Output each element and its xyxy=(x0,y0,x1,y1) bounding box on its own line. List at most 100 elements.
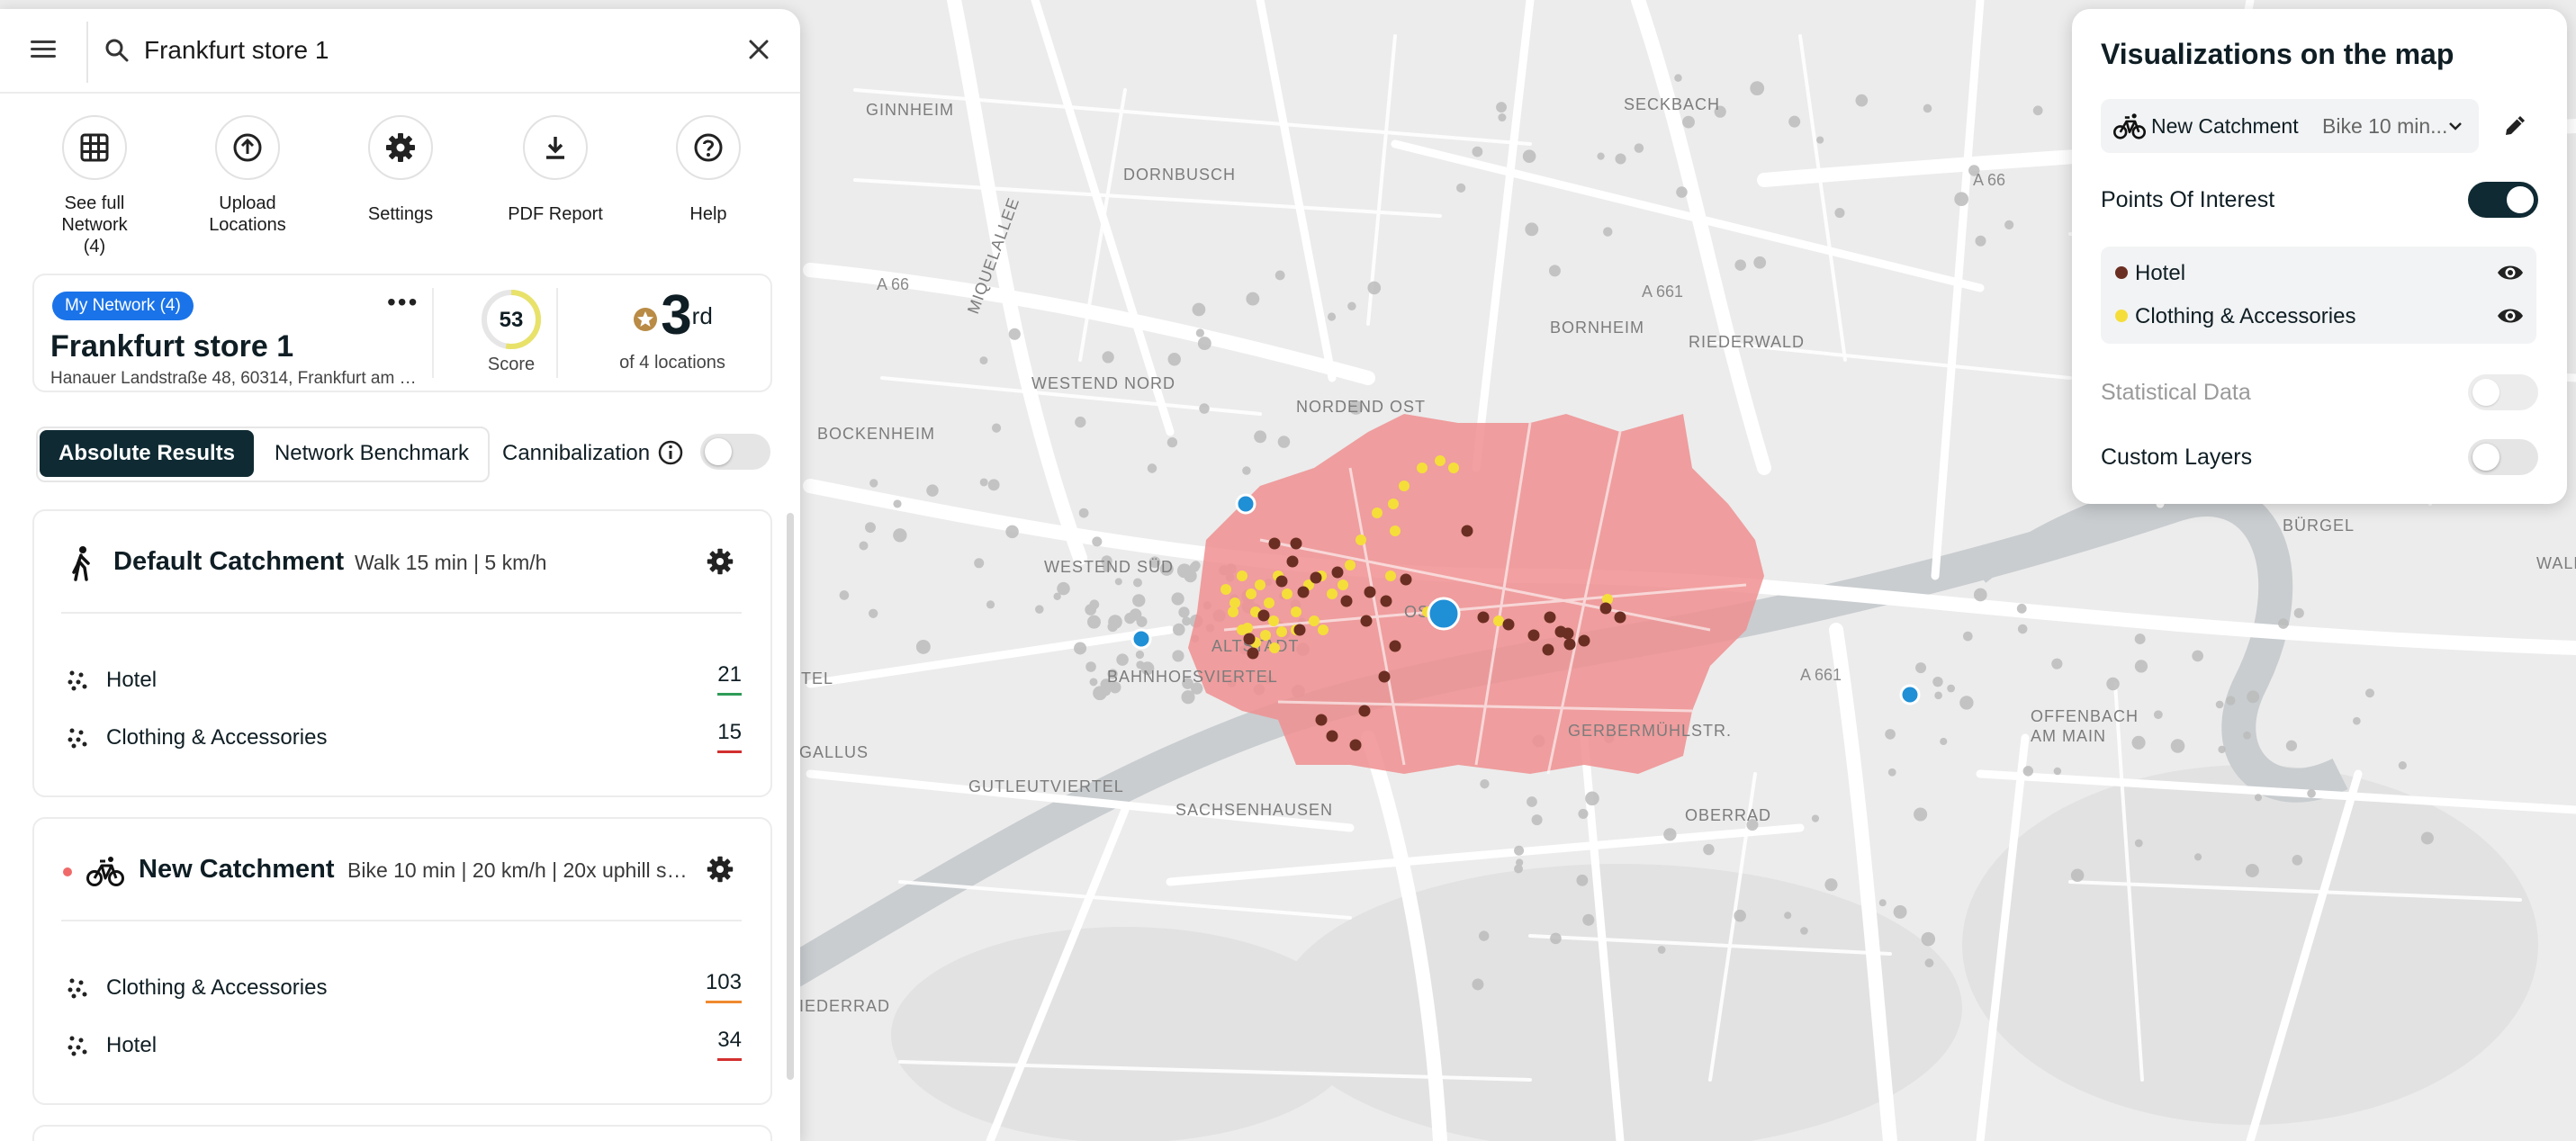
clothing-poi-dot[interactable] xyxy=(1260,630,1271,641)
hotel-poi-dot[interactable] xyxy=(1502,618,1515,631)
clothing-poi-dot[interactable] xyxy=(1372,508,1383,518)
hotel-poi-dot[interactable] xyxy=(1527,629,1540,642)
hotel-poi-dot[interactable] xyxy=(1364,586,1376,598)
hotel-poi-dot[interactable] xyxy=(1578,634,1590,647)
hotel-poi-dot[interactable] xyxy=(1349,739,1362,751)
clothing-poi-dot[interactable] xyxy=(1268,615,1279,626)
hotel-poi-dot[interactable] xyxy=(1554,625,1567,638)
network-location-marker[interactable] xyxy=(1235,493,1256,515)
pdf-report-button[interactable]: PDF Report xyxy=(479,115,632,225)
clothing-poi-dot[interactable] xyxy=(1246,588,1256,599)
hotel-poi-dot[interactable] xyxy=(1297,586,1310,598)
hotel-poi-dot[interactable] xyxy=(1243,633,1256,645)
close-icon[interactable] xyxy=(749,40,769,59)
network-location-marker[interactable] xyxy=(1899,684,1921,705)
clothing-poi-dot[interactable] xyxy=(1385,570,1396,581)
hotel-poi-dot[interactable] xyxy=(1268,537,1281,550)
menu-icon[interactable] xyxy=(31,36,56,61)
clothing-poi-dot[interactable] xyxy=(1220,584,1231,595)
clothing-poi-dot[interactable] xyxy=(1237,570,1247,581)
hotel-poi-dot[interactable] xyxy=(1331,566,1344,579)
hotel-poi-dot[interactable] xyxy=(1275,575,1288,588)
hotel-poi-dot[interactable] xyxy=(1310,571,1322,584)
poi-dot xyxy=(2307,788,2316,798)
upload-locations-button[interactable]: Upload Locations xyxy=(171,115,324,236)
clothing-poi-dot[interactable] xyxy=(1327,588,1338,599)
clothing-poi-dot[interactable] xyxy=(1318,624,1329,635)
clothing-poi-dot[interactable] xyxy=(1228,606,1238,617)
scatter-icon xyxy=(68,1036,87,1056)
hotel-poi-dot[interactable] xyxy=(1247,647,1259,660)
scrollbar[interactable] xyxy=(787,513,794,1080)
catchment-card-default: Default Catchment Walk 15 min | 5 km/h H… xyxy=(32,509,772,797)
info-icon[interactable] xyxy=(657,439,684,466)
tab-network-benchmark[interactable]: Network Benchmark xyxy=(259,430,484,477)
hotel-poi-dot[interactable] xyxy=(1358,705,1371,717)
see-full-network-button[interactable]: See full Network (4) xyxy=(18,115,171,257)
hotel-poi-dot[interactable] xyxy=(1544,611,1556,624)
network-badge: My Network (4) xyxy=(52,292,194,320)
clothing-poi-dot[interactable] xyxy=(1399,481,1410,491)
hotel-poi-dot[interactable] xyxy=(1290,537,1302,550)
hotel-poi-dot[interactable] xyxy=(1360,615,1373,627)
poi-dot xyxy=(2254,794,2263,802)
cannibalization-toggle[interactable] xyxy=(700,434,770,470)
hotel-poi-dot[interactable] xyxy=(1286,555,1299,568)
clothing-poi-dot[interactable] xyxy=(1269,642,1280,653)
clothing-poi-dot[interactable] xyxy=(1338,579,1348,590)
hotel-poi-dot[interactable] xyxy=(1293,624,1306,636)
catchment-row[interactable]: Hotel 34 xyxy=(67,1028,742,1064)
clothing-poi-dot[interactable] xyxy=(1291,606,1302,617)
statistical-data-toggle[interactable] xyxy=(2468,374,2538,410)
custom-layers-toggle[interactable] xyxy=(2468,439,2538,475)
clothing-poi-dot[interactable] xyxy=(1255,579,1265,590)
help-button[interactable]: Help xyxy=(632,115,785,225)
search-input[interactable] xyxy=(142,29,722,72)
clothing-poi-dot[interactable] xyxy=(1309,615,1320,626)
poi-toggle[interactable] xyxy=(2468,182,2538,218)
clothing-poi-dot[interactable] xyxy=(1229,597,1240,608)
location-card[interactable]: My Network (4) ••• Frankfurt store 1 Han… xyxy=(32,274,772,392)
hotel-poi-dot[interactable] xyxy=(1477,611,1490,624)
catchment-row[interactable]: Clothing & Accessories 103 xyxy=(67,970,742,1006)
tab-absolute-results[interactable]: Absolute Results xyxy=(40,430,254,477)
eye-icon[interactable] xyxy=(2497,263,2524,283)
clothing-poi-dot[interactable] xyxy=(1388,499,1399,509)
catchment-row[interactable]: Clothing & Accessories 15 xyxy=(67,720,742,756)
clothing-poi-dot[interactable] xyxy=(1417,463,1428,473)
catchment-row[interactable]: Hotel 21 xyxy=(67,662,742,698)
hotel-poi-dot[interactable] xyxy=(1257,609,1270,622)
hotel-poi-dot[interactable] xyxy=(1389,640,1401,652)
clothing-poi-dot[interactable] xyxy=(1264,597,1274,608)
network-location-marker[interactable] xyxy=(1427,597,1461,631)
clothing-poi-dot[interactable] xyxy=(1276,626,1287,637)
clothing-poi-dot[interactable] xyxy=(1356,535,1366,545)
clothing-poi-dot[interactable] xyxy=(1435,455,1446,466)
network-location-marker[interactable] xyxy=(1130,628,1152,650)
eye-icon[interactable] xyxy=(2497,306,2524,326)
hotel-poi-dot[interactable] xyxy=(1378,670,1391,683)
hotel-poi-dot[interactable] xyxy=(1563,638,1576,651)
hotel-poi-dot[interactable] xyxy=(1340,595,1353,607)
search-icon xyxy=(105,39,129,62)
hotel-poi-dot[interactable] xyxy=(1315,714,1328,726)
hotel-poi-dot[interactable] xyxy=(1461,525,1473,537)
clothing-poi-dot[interactable] xyxy=(1493,615,1504,626)
catchment-select[interactable]: New Catchment Bike 10 min... xyxy=(2101,99,2479,153)
hotel-poi-dot[interactable] xyxy=(1326,730,1338,742)
catchment-settings-icon[interactable] xyxy=(706,547,734,576)
hotel-poi-dot[interactable] xyxy=(1614,611,1626,624)
settings-button[interactable]: Settings xyxy=(324,115,477,225)
edit-icon[interactable] xyxy=(2502,112,2529,139)
hotel-poi-dot[interactable] xyxy=(1599,602,1612,615)
hotel-poi-dot[interactable] xyxy=(1542,643,1554,656)
catchment-settings-icon[interactable] xyxy=(706,855,734,884)
more-options-icon[interactable]: ••• xyxy=(387,288,419,317)
clothing-poi-dot[interactable] xyxy=(1237,624,1247,635)
clothing-poi-dot[interactable] xyxy=(1282,588,1293,599)
clothing-poi-dot[interactable] xyxy=(1390,526,1401,536)
hotel-poi-dot[interactable] xyxy=(1380,595,1392,607)
hotel-poi-dot[interactable] xyxy=(1400,573,1412,586)
clothing-poi-dot[interactable] xyxy=(1448,463,1459,473)
clothing-poi-dot[interactable] xyxy=(1345,560,1356,570)
